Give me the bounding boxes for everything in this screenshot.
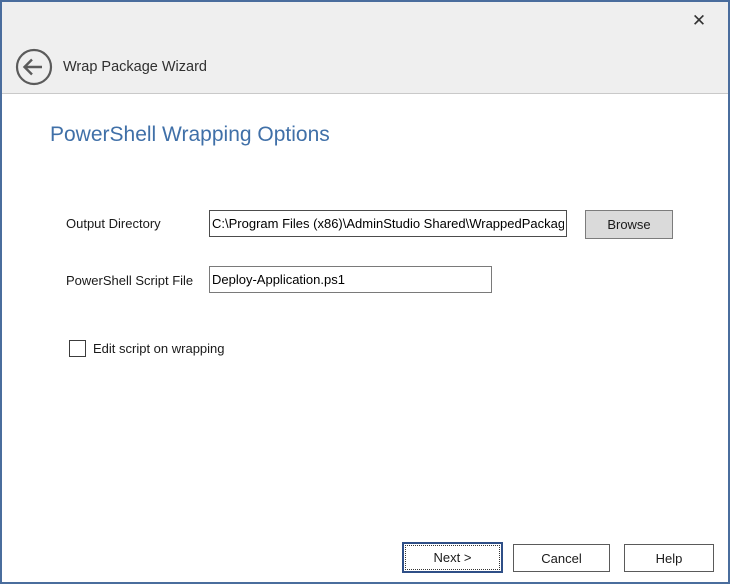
wizard-header: ✕ Wrap Package Wizard xyxy=(2,2,728,94)
back-arrow-icon xyxy=(15,48,53,86)
next-button[interactable]: Next > xyxy=(402,542,503,573)
script-file-input[interactable] xyxy=(209,266,492,293)
close-icon[interactable]: ✕ xyxy=(687,9,711,33)
browse-button[interactable]: Browse xyxy=(585,210,673,239)
back-button[interactable] xyxy=(15,48,53,86)
script-file-label: PowerShell Script File xyxy=(66,273,193,288)
edit-script-checkbox-label[interactable]: Edit script on wrapping xyxy=(93,341,225,356)
edit-script-checkbox[interactable] xyxy=(69,340,86,357)
cancel-button[interactable]: Cancel xyxy=(513,544,610,572)
output-directory-input[interactable] xyxy=(209,210,567,237)
wizard-title: Wrap Package Wizard xyxy=(63,59,207,75)
output-directory-label: Output Directory xyxy=(66,216,161,231)
wizard-dialog: ✕ Wrap Package Wizard PowerShell Wrappin… xyxy=(0,0,730,584)
page-title: PowerShell Wrapping Options xyxy=(50,123,330,147)
help-button[interactable]: Help xyxy=(624,544,714,572)
